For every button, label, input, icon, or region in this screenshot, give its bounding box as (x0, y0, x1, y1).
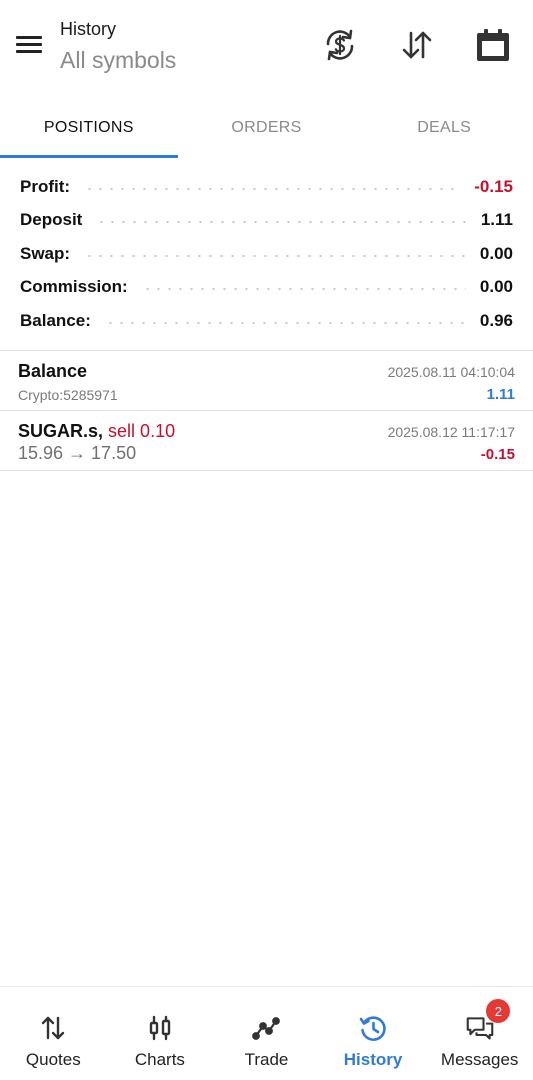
deal-comment: Crypto:5285971 (18, 387, 118, 403)
swap-value: 0.00 (479, 243, 513, 263)
nav-messages[interactable]: Messages 2 (426, 987, 533, 1080)
list-item-balance[interactable]: Balance Crypto:5285971 2025.08.11 04:10:… (0, 351, 533, 410)
summary-label: Deposit (20, 210, 83, 230)
menu-icon[interactable] (14, 33, 44, 57)
page-title: History (60, 19, 117, 39)
nav-label: Messages (440, 1050, 519, 1069)
summary-row-profit: Profit: -0.15 (0, 170, 533, 204)
tab-deals[interactable]: DEALS (355, 98, 533, 158)
nav-history[interactable]: History (320, 987, 427, 1080)
profit-value: -0.15 (474, 176, 513, 196)
nav-label: Trade (244, 1050, 289, 1069)
sort-icon[interactable] (398, 26, 436, 64)
deal-time: 2025.08.12 11:17:17 (387, 424, 515, 440)
deposit-value: 1.11 (480, 210, 513, 230)
dotted-leader (84, 187, 461, 190)
charts-icon (145, 1013, 175, 1043)
summary-label: Swap: (20, 243, 71, 263)
deal-side: sell 0.10 (108, 421, 176, 441)
dotted-leader (104, 321, 466, 324)
deal-time: 2025.08.11 04:10:04 (387, 364, 515, 380)
quotes-icon (38, 1013, 68, 1043)
summary-row-deposit: Deposit 1.11 (0, 204, 533, 238)
summary-row-swap: Swap: 0.00 (0, 237, 533, 271)
history-tabs: POSITIONS ORDERS DEALS (0, 98, 533, 158)
commission-value: 0.00 (479, 277, 513, 297)
nav-trade[interactable]: Trade (213, 987, 320, 1080)
history-icon (358, 1013, 388, 1043)
summary-row-balance: Balance: 0.96 (0, 304, 533, 338)
nav-label: Quotes (25, 1050, 81, 1069)
tab-positions[interactable]: POSITIONS (0, 98, 178, 158)
currency-exchange-icon[interactable] (321, 26, 359, 64)
deal-amount: -0.15 (480, 446, 515, 463)
nav-label: History (343, 1050, 403, 1069)
deal-symbol: SUGAR.s, (18, 421, 104, 441)
nav-quotes[interactable]: Quotes (0, 987, 107, 1080)
list-item-position[interactable]: SUGAR.s, sell 0.10 15.96 → 17.50 2025.08… (0, 411, 533, 470)
messages-badge: 2 (486, 999, 511, 1023)
symbol-filter[interactable]: All symbols (60, 45, 176, 75)
divider (0, 470, 533, 471)
dotted-leader (96, 221, 467, 224)
dotted-leader (84, 254, 466, 257)
nav-label: Charts (134, 1050, 185, 1069)
nav-charts[interactable]: Charts (107, 987, 214, 1080)
balance-value: 0.96 (479, 310, 513, 330)
app-header: History All symbols (0, 0, 533, 90)
summary-label: Profit: (20, 176, 71, 196)
deal-title: Balance (18, 361, 88, 381)
deal-amount: 1.11 (486, 386, 515, 403)
dotted-leader (141, 288, 466, 291)
deal-prices: 15.96 → 17.50 (18, 443, 137, 463)
summary-panel: Profit: -0.15 Deposit 1.11 Swap: 0.00 Co… (0, 170, 533, 338)
summary-label: Commission: (20, 277, 128, 297)
calendar-icon[interactable] (474, 26, 512, 64)
title-block[interactable]: History All symbols (60, 18, 176, 75)
bottom-nav: Quotes Charts Trade History Messages 2 (0, 986, 533, 1080)
trade-icon (251, 1013, 281, 1043)
summary-row-commission: Commission: 0.00 (0, 271, 533, 305)
active-tab-indicator (0, 155, 178, 158)
tab-orders[interactable]: ORDERS (178, 98, 356, 158)
deal-symbol-line: SUGAR.s, sell 0.10 (18, 421, 175, 442)
summary-label: Balance: (20, 310, 91, 330)
